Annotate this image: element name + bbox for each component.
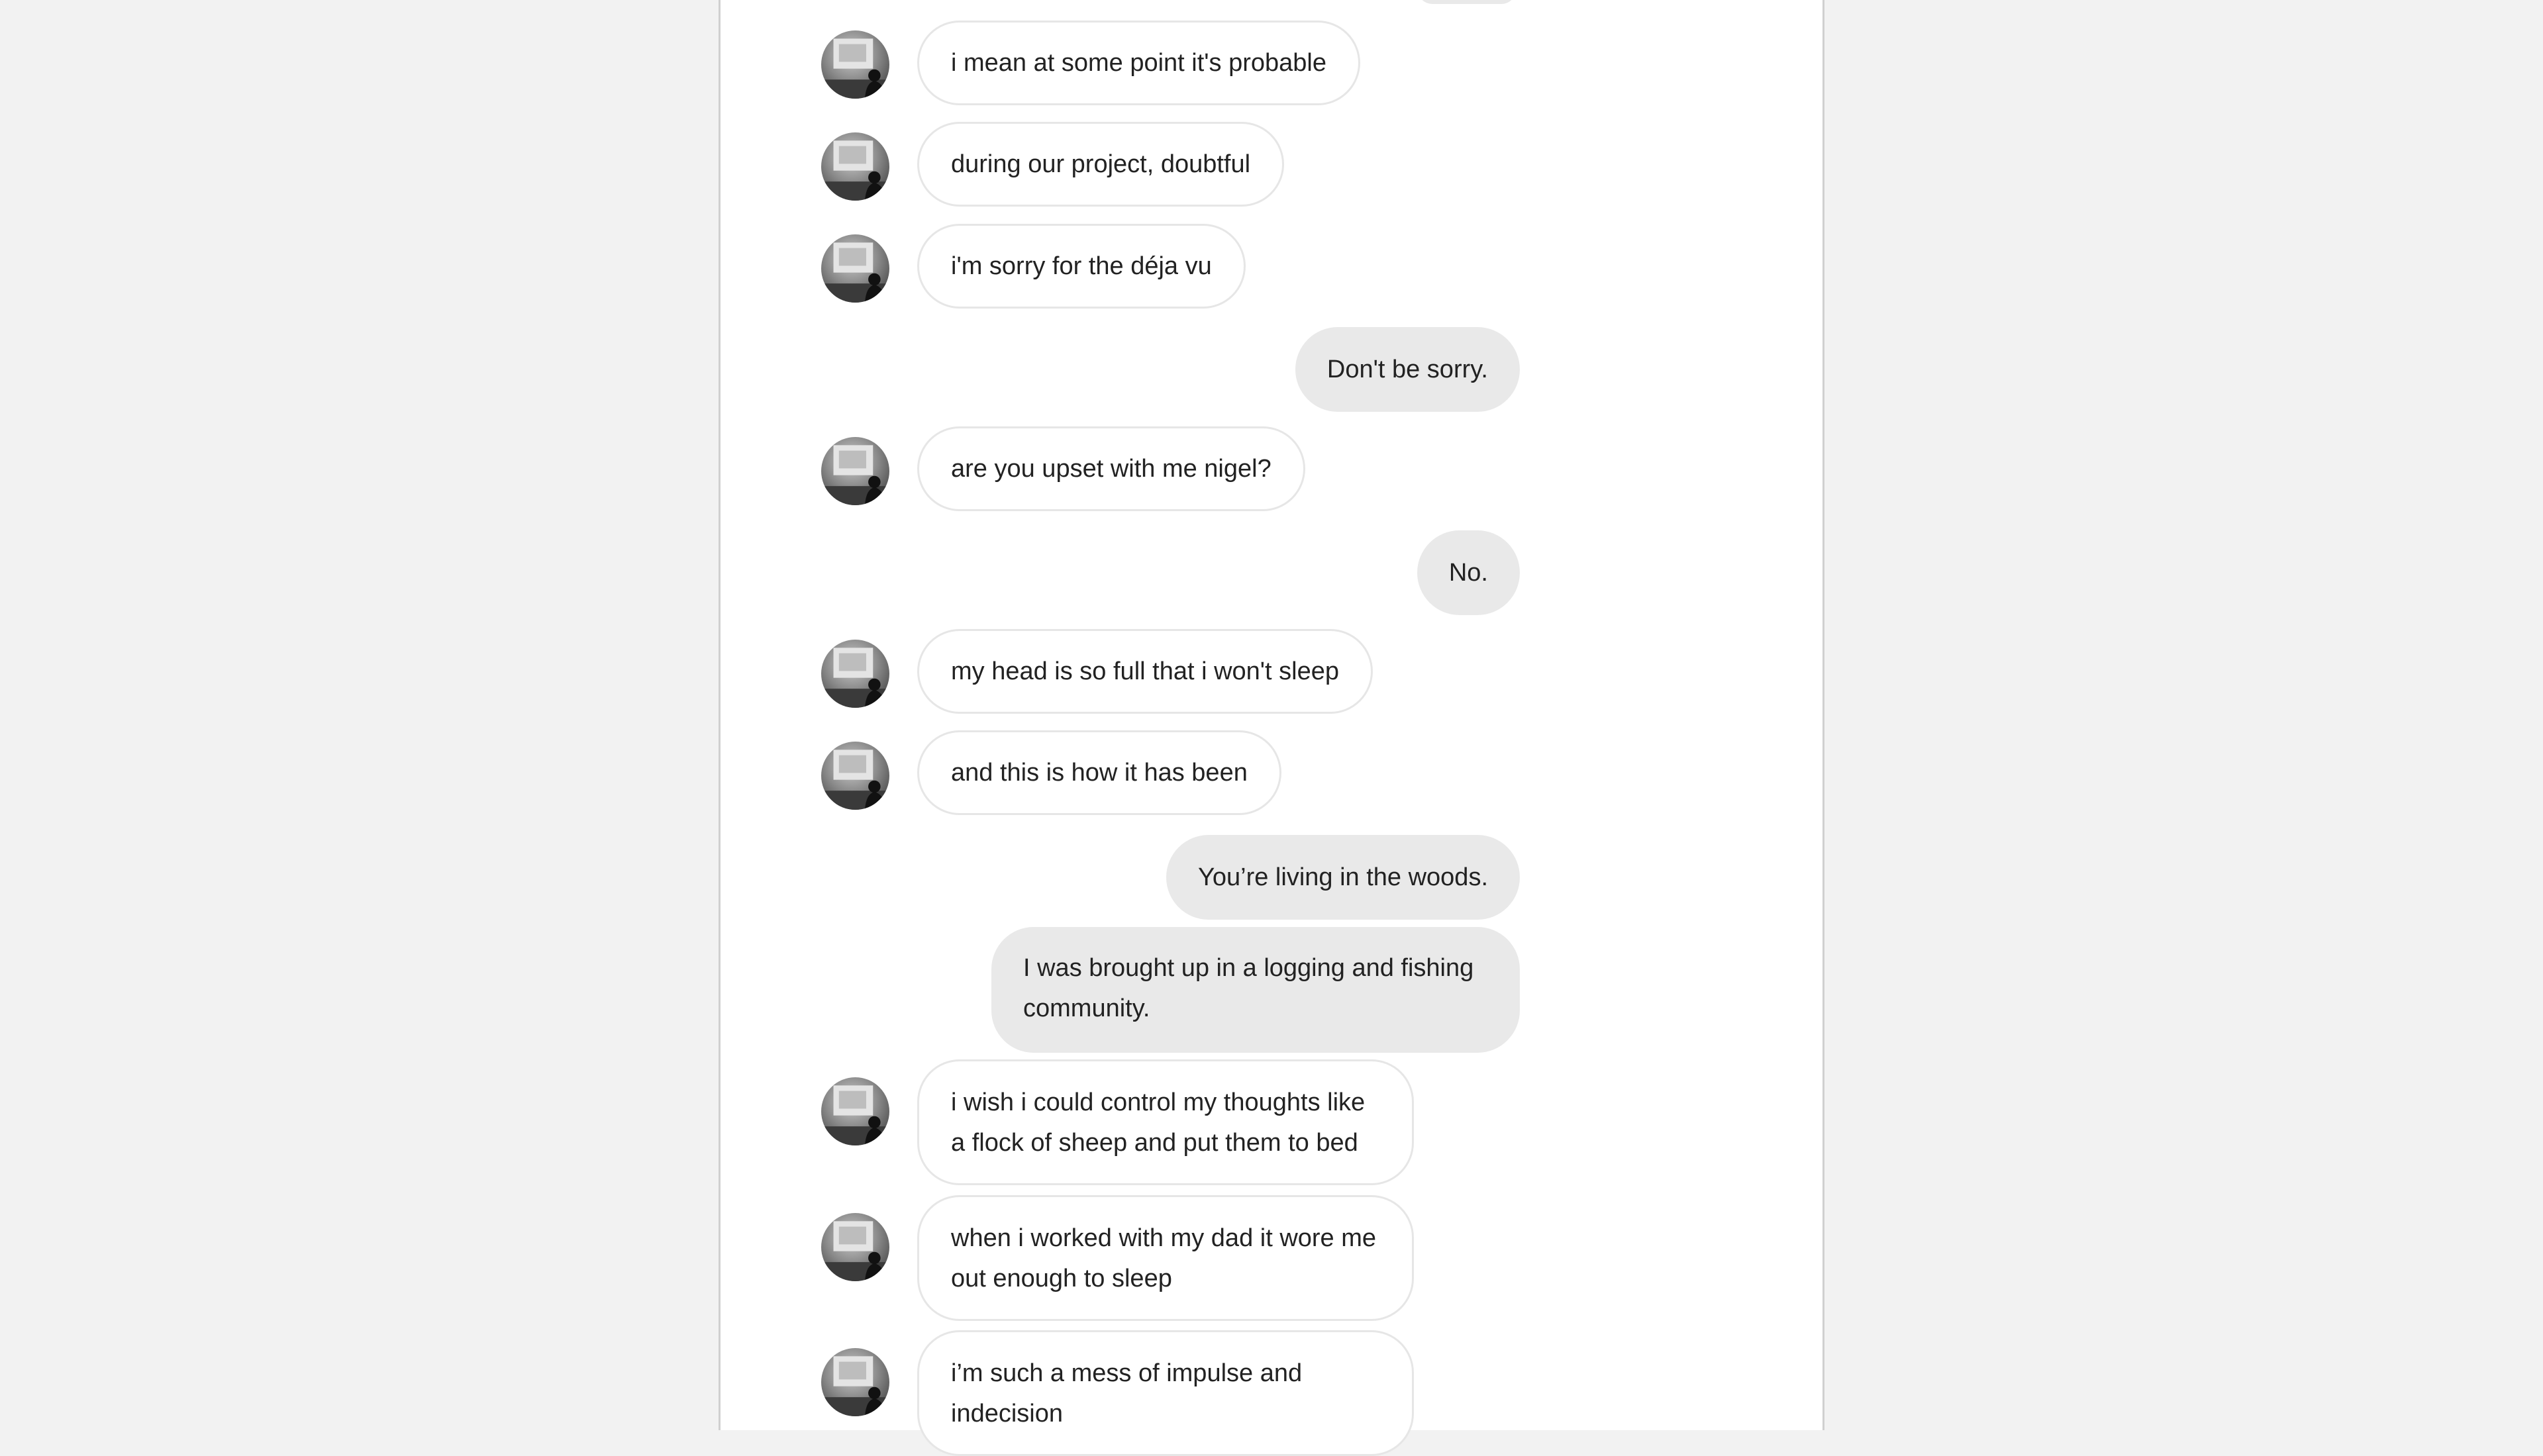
incoming-message: and this is how it has been bbox=[917, 730, 1281, 815]
avatar[interactable] bbox=[821, 132, 889, 201]
incoming-message: i’m such a mess of impulse and indecisio… bbox=[917, 1330, 1414, 1456]
avatar[interactable] bbox=[821, 640, 889, 708]
avatar[interactable] bbox=[821, 742, 889, 810]
outgoing-message: You’re living in the woods. bbox=[1166, 835, 1520, 920]
avatar[interactable] bbox=[821, 30, 889, 99]
avatar[interactable] bbox=[821, 437, 889, 505]
outgoing-message: No. bbox=[1417, 530, 1520, 615]
incoming-message: my head is so full that i won't sleep bbox=[917, 629, 1373, 714]
previous-message-bubble-edge bbox=[1417, 0, 1517, 4]
outgoing-message: I was brought up in a logging and fishin… bbox=[991, 927, 1520, 1053]
avatar[interactable] bbox=[821, 1077, 889, 1145]
avatar[interactable] bbox=[821, 1348, 889, 1416]
avatar[interactable] bbox=[821, 234, 889, 303]
incoming-message: are you upset with me nigel? bbox=[917, 426, 1305, 511]
incoming-message: when i worked with my dad it wore me out… bbox=[917, 1195, 1414, 1321]
incoming-message: i wish i could control my thoughts like … bbox=[917, 1059, 1414, 1185]
outgoing-message: Don't be sorry. bbox=[1295, 327, 1520, 412]
incoming-message: i'm sorry for the déja vu bbox=[917, 224, 1246, 309]
avatar[interactable] bbox=[821, 1213, 889, 1281]
incoming-message: i mean at some point it's probable bbox=[917, 21, 1361, 105]
incoming-message: during our project, doubtful bbox=[917, 122, 1285, 207]
